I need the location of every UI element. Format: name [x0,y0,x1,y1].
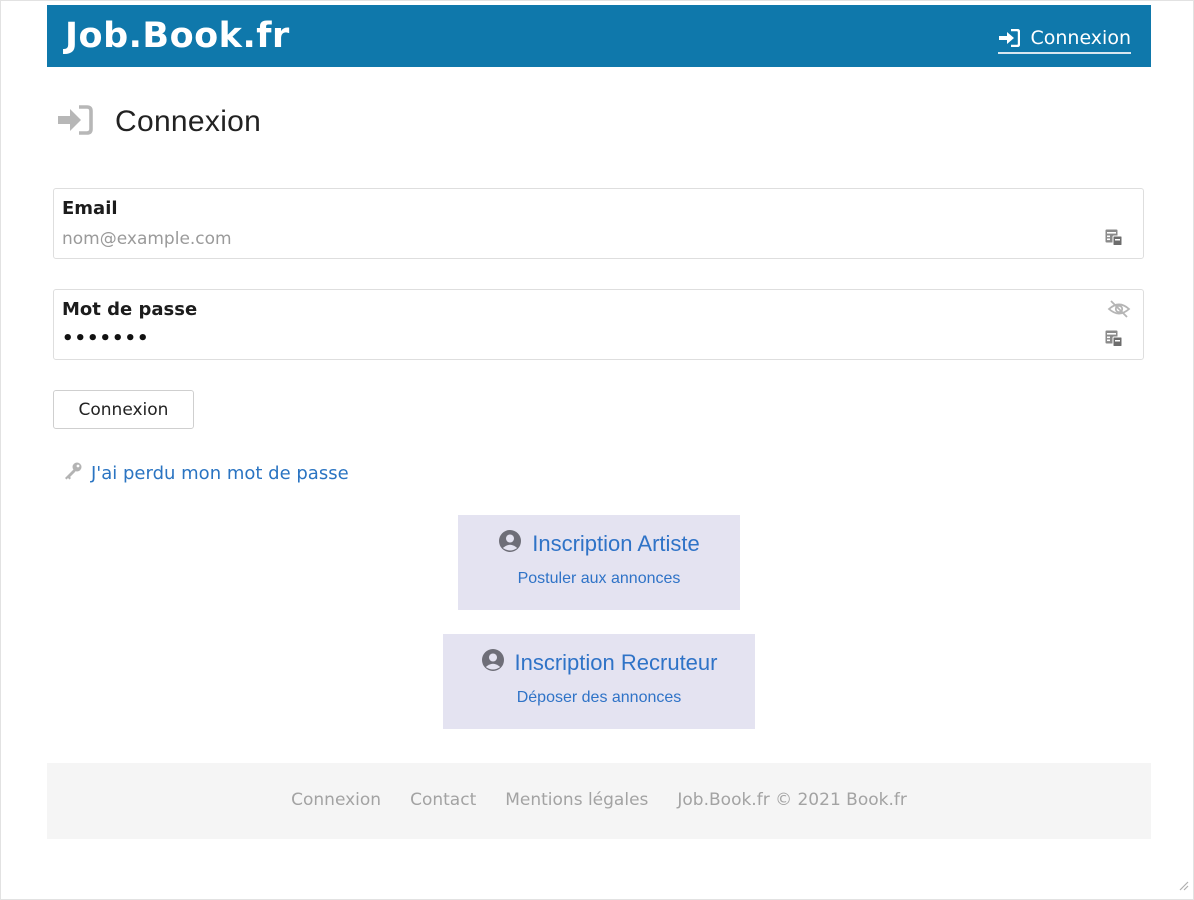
footer-link-connexion[interactable]: Connexion [291,790,381,810]
signup-recruiter-subtitle: Déposer des annonces [516,689,682,706]
eye-slash-icon[interactable] [1107,299,1131,323]
sign-in-icon [998,29,1021,47]
key-icon [63,461,83,486]
footer-link-mentions[interactable]: Mentions légales [505,790,648,810]
lost-password-link[interactable]: J'ai perdu mon mot de passe [63,461,349,486]
password-label: Mot de passe [62,299,198,320]
site-footer: Connexion Contact Mentions légales Job.B… [47,763,1151,839]
signup-recruiter-label: Inscription Recruteur [514,650,718,675]
footer-copyright: Job.Book.fr © 2021 Book.fr [677,790,907,810]
password-field: Mot de passe ••••••• [53,289,1144,360]
autofill-card-icon[interactable] [1105,229,1123,250]
page-title-text: Connexion [115,105,262,138]
user-circle-icon [481,648,505,678]
browser-frame: Job.Book.fr Connexion Connexion Email no… [0,0,1194,900]
email-input[interactable] [62,229,1072,249]
signup-artist-card[interactable]: Inscription Artiste Postuler aux annonce… [458,515,740,610]
signup-artist-label: Inscription Artiste [532,531,700,556]
signup-artist-title: Inscription Artiste [458,529,740,559]
signup-recruiter-title: Inscription Recruteur [443,648,755,678]
lost-password-label: J'ai perdu mon mot de passe [91,463,349,484]
sign-in-icon [57,105,93,139]
signup-recruiter-card[interactable]: Inscription Recruteur Déposer des annonc… [443,634,755,729]
email-field: Email [53,188,1144,259]
header-login-label: Connexion [1030,27,1131,49]
password-input[interactable]: ••••••• [62,328,150,349]
signup-artist-subtitle: Postuler aux annonces [517,570,681,587]
footer-links: Connexion Contact Mentions légales Job.B… [47,790,1151,810]
resize-grip-icon[interactable] [1177,876,1189,895]
header-login-link[interactable]: Connexion [998,25,1131,54]
user-circle-icon [498,529,522,559]
autofill-card-icon[interactable] [1105,330,1123,351]
login-submit-button[interactable]: Connexion [53,390,194,429]
site-header: Job.Book.fr Connexion [47,5,1151,67]
site-logo[interactable]: Job.Book.fr [65,14,290,58]
footer-link-contact[interactable]: Contact [410,790,476,810]
email-label: Email [62,198,118,219]
page-title: Connexion [57,105,261,139]
